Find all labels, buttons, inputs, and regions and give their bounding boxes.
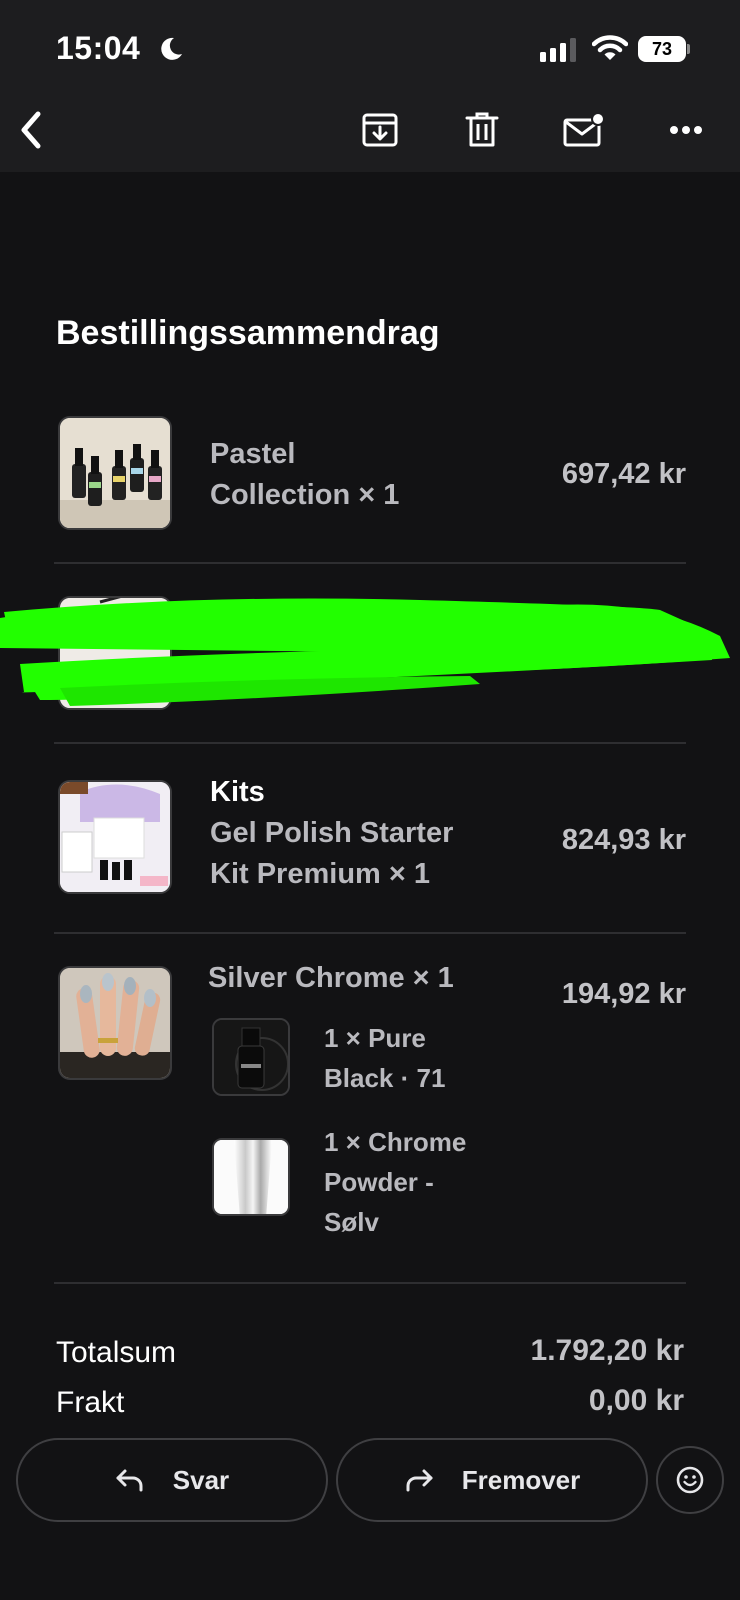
forward-label: Fremover [461, 1464, 581, 1495]
shipping-row: Frakt 0,00 kr [56, 1384, 684, 1426]
shipping-value: 0,00 kr [588, 1384, 684, 1417]
forward-icon [406, 1469, 433, 1492]
product-price: 824,93 kr [561, 824, 686, 856]
product-image [58, 780, 172, 894]
product-price: 194,92 kr [561, 978, 686, 1010]
divider [54, 562, 686, 564]
total-label: Totalsum [56, 1336, 177, 1369]
subitem-line1: 1 × Chrome [324, 1127, 467, 1157]
reply-label: Svar [172, 1464, 230, 1495]
total-value: 1.792,20 kr [530, 1334, 684, 1367]
archive-button[interactable] [358, 108, 402, 152]
status-bar: 15:04 73 [0, 0, 740, 96]
subitem-image [212, 1138, 290, 1216]
product-name: Silver Chrome × 1 [208, 958, 454, 999]
emoji-reaction-button[interactable] [656, 1446, 724, 1514]
product-name-line1: Silver Chrome × 1 [208, 962, 454, 994]
subitem-image [212, 1018, 290, 1096]
product-category: Kits [210, 776, 265, 808]
product-image [58, 966, 172, 1080]
order-item: Kits Gel Polish Starter Kit Premium × 1 … [54, 776, 686, 916]
product-name: Pastel Collection × 1 [210, 434, 399, 516]
trash-icon [465, 112, 499, 147]
more-icon [670, 126, 702, 134]
total-row: Totalsum 1.792,20 kr [56, 1334, 684, 1374]
product-name-line1: Gel Polish Starter [210, 817, 454, 849]
back-button[interactable] [10, 108, 54, 152]
mark-unread-button[interactable] [562, 108, 606, 152]
shipping-label: Frakt [56, 1386, 125, 1419]
forward-button[interactable]: Fremover [336, 1438, 648, 1522]
cellular-signal-icon [540, 38, 576, 62]
subitem-text: 1 × Pure Black · 71 [324, 1018, 445, 1098]
archive-icon [362, 113, 398, 147]
status-time: 15:04 [56, 30, 141, 66]
reply-icon [116, 1469, 143, 1492]
divider [54, 1282, 686, 1284]
redaction-scribble [0, 598, 730, 706]
mail-unread-icon [563, 112, 605, 147]
product-price: 697,42 kr [561, 458, 686, 490]
battery-indicator: 73 [638, 36, 690, 62]
chevron-left-icon [21, 111, 41, 149]
product-name-line1: Pastel [210, 438, 296, 470]
subitem-line3: Sølv [324, 1207, 379, 1237]
order-summary-heading: Bestillingssammendrag [56, 314, 440, 352]
product-name-line2: Collection × 1 [210, 479, 400, 511]
smiley-icon [676, 1466, 704, 1494]
battery-level: 73 [638, 36, 686, 62]
divider [54, 742, 686, 744]
subitem-line2: Black · 71 [324, 1063, 446, 1093]
order-item: Pastel Collection × 1 697,42 kr [54, 414, 686, 534]
header-bar: 15:04 73 [0, 0, 740, 172]
more-button[interactable] [664, 108, 708, 152]
reply-button[interactable]: Svar [16, 1438, 328, 1522]
subitem-text: 1 × Chrome Powder - Sølv [324, 1122, 466, 1242]
subitem-line1: 1 × Pure [324, 1023, 426, 1053]
delete-button[interactable] [460, 108, 504, 152]
product-image [58, 416, 172, 530]
battery-nub [687, 44, 690, 54]
wifi-icon [592, 35, 628, 60]
product-name: Kits Gel Polish Starter Kit Premium × 1 [210, 772, 453, 895]
divider [54, 932, 686, 934]
moon-icon [161, 37, 182, 60]
subitem-line2: Powder - [324, 1167, 434, 1197]
product-name-line2: Kit Premium × 1 [210, 858, 430, 890]
